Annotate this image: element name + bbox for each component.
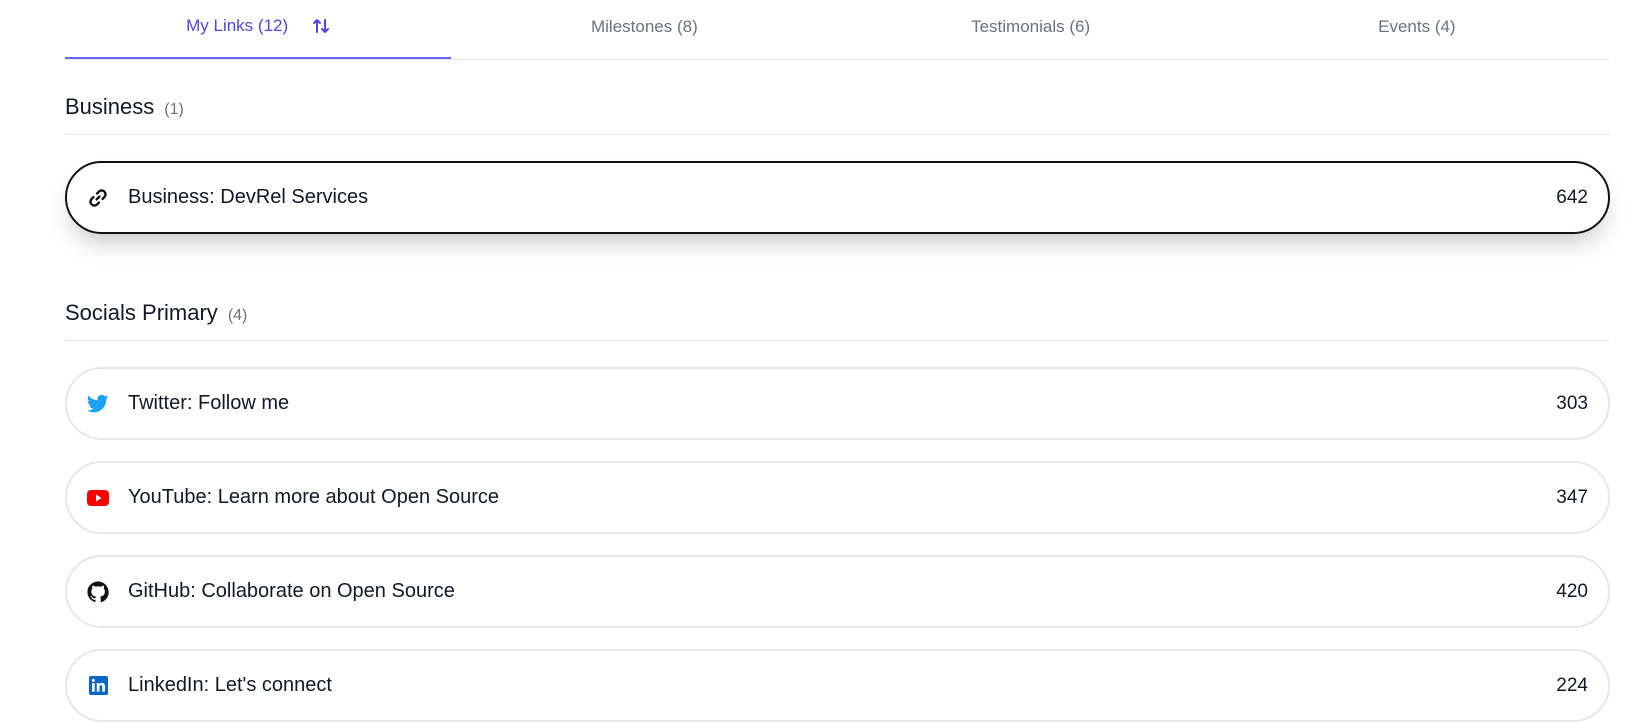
tab-milestones[interactable]: Milestones (8): [451, 0, 837, 59]
tab-label: Milestones (8): [590, 16, 698, 36]
tab-label: My Links (12): [186, 15, 289, 35]
link-icon: [87, 187, 109, 209]
click-count: 642: [1556, 186, 1588, 208]
link-card-youtube[interactable]: YouTube: Learn more about Open Source 34…: [65, 461, 1610, 534]
click-count: 420: [1556, 580, 1588, 602]
link-label: Business: DevRel Services: [128, 186, 369, 208]
links-panel: My Links (12) Milestones (8) Testimonial…: [65, 0, 1610, 722]
link-label: LinkedIn: Let's connect: [128, 674, 332, 696]
tab-testimonials[interactable]: Testimonials (6): [838, 0, 1224, 59]
socials-primary-links: Twitter: Follow me 303 YouTube: Learn mo…: [65, 367, 1610, 722]
link-card-business[interactable]: Business: DevRel Services 642: [65, 161, 1610, 234]
link-card-linkedin[interactable]: LinkedIn: Let's connect 224: [65, 649, 1610, 722]
click-count: 347: [1556, 486, 1588, 508]
tab-label: Events (4): [1378, 16, 1456, 36]
section-title: Business: [65, 94, 155, 119]
business-links: Business: DevRel Services 642: [65, 161, 1610, 234]
linkedin-icon: [87, 675, 109, 697]
click-count: 224: [1556, 674, 1588, 696]
section-header-business: Business (1): [65, 60, 1610, 135]
tab-bar: My Links (12) Milestones (8) Testimonial…: [65, 0, 1610, 60]
link-card-twitter[interactable]: Twitter: Follow me 303: [65, 367, 1610, 440]
click-count: 303: [1556, 392, 1588, 414]
link-label: Twitter: Follow me: [128, 392, 290, 414]
section-header-socials-primary: Socials Primary (4): [65, 266, 1610, 341]
section-count: (4): [227, 307, 248, 324]
twitter-icon: [87, 393, 109, 415]
section-count: (1): [164, 101, 184, 118]
tab-label: Testimonials (6): [971, 16, 1091, 36]
tab-events[interactable]: Events (4): [1224, 0, 1610, 59]
sort-arrows-icon[interactable]: [312, 17, 330, 35]
tab-my-links[interactable]: My Links (12): [65, 0, 452, 59]
link-card-github[interactable]: GitHub: Collaborate on Open Source 420: [65, 555, 1610, 628]
youtube-icon: [87, 487, 109, 509]
link-label: GitHub: Collaborate on Open Source: [128, 580, 455, 602]
section-title: Socials Primary: [65, 300, 218, 325]
link-label: YouTube: Learn more about Open Source: [128, 486, 499, 508]
github-icon: [87, 580, 109, 603]
